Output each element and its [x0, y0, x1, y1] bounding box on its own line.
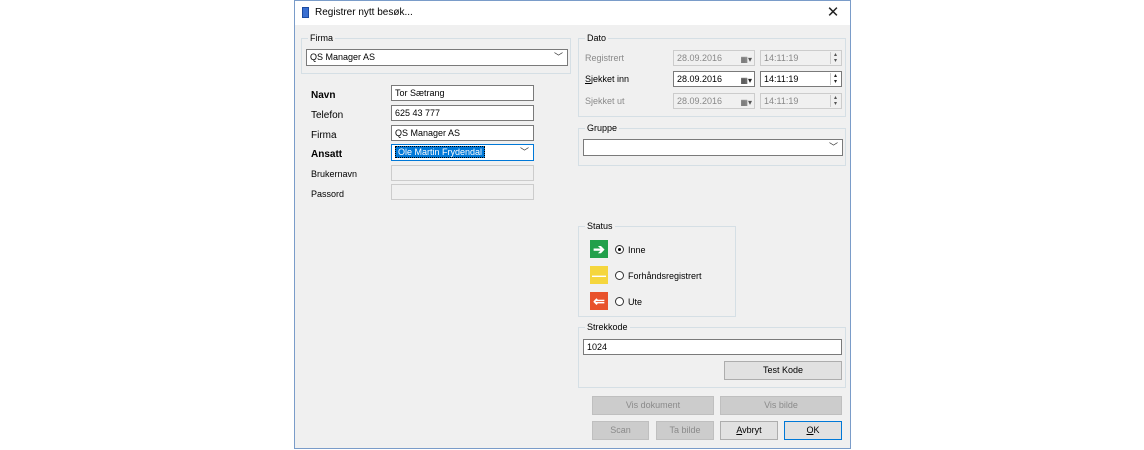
arrow-left-icon: ⇐ — [590, 292, 608, 310]
firma-group-title: Firma — [308, 33, 335, 43]
telefon-field[interactable]: 625 43 777 — [391, 105, 534, 121]
chevron-down-icon: ﹀ — [519, 147, 529, 157]
sjekket-inn-date[interactable]: 28.09.2016 ▦▾ — [673, 71, 755, 87]
status-forhandsregistrert-label[interactable]: Forhåndsregistrert — [628, 271, 702, 281]
status-ute-label[interactable]: Ute — [628, 297, 642, 307]
ansatt-select[interactable]: Ole Martin Frydendal ﹀ — [391, 144, 534, 161]
sjekket-inn-label: Sjekket inn — [585, 74, 630, 84]
firma-select[interactable]: QS Manager AS ﹀ — [306, 49, 568, 66]
strekkode-group-title: Strekkode — [585, 322, 630, 332]
status-group-title: Status — [585, 221, 615, 231]
app-icon — [302, 7, 309, 18]
avbryt-label: vbryt — [742, 425, 762, 435]
dialog-window: Registrer nytt besøk... ✕ Firma QS Manag… — [294, 0, 851, 449]
registrert-date-value: 28.09.2016 — [677, 53, 723, 63]
dato-group-title: Dato — [585, 33, 609, 43]
sjekket-inn-date-value: 28.09.2016 — [677, 74, 723, 84]
gruppe-select[interactable]: ﹀ — [583, 139, 843, 156]
registrert-time-value: 14:11:19 — [764, 53, 799, 63]
firma-label: Firma — [311, 130, 337, 141]
sjekket-ut-date-value: 28.09.2016 — [677, 96, 723, 106]
spinner-icon: ▴ ▾ — [830, 52, 840, 64]
registrert-date[interactable]: 28.09.2016 ▦▾ — [673, 50, 755, 66]
passord-field[interactable] — [391, 184, 534, 200]
spinner-icon: ▴ ▾ — [830, 73, 840, 85]
avbryt-button[interactable]: Avbryt — [720, 421, 778, 440]
dato-groupbox: Dato Registrert 28.09.2016 ▦▾ 14:11:19 ▴… — [578, 33, 846, 117]
calendar-icon: ▦▾ — [740, 55, 752, 64]
window-title: Registrer nytt besøk... — [315, 7, 413, 18]
status-forhandsregistrert-radio[interactable] — [615, 271, 624, 280]
ansatt-label: Ansatt — [311, 149, 343, 160]
firma-groupbox: Firma QS Manager AS ﹀ — [301, 33, 571, 74]
firma-select-value: QS Manager AS — [310, 52, 376, 62]
ansatt-select-value: Ole Martin Frydendal — [395, 146, 486, 158]
strekkode-groupbox: Strekkode 1024 Test Kode — [578, 322, 846, 388]
gruppe-groupbox: Gruppe ﹀ — [578, 123, 846, 166]
registrert-time[interactable]: 14:11:19 ▴ ▾ — [760, 50, 842, 66]
navn-field[interactable]: Tor Sætrang — [391, 85, 534, 101]
scan-button[interactable]: Scan — [592, 421, 649, 440]
calendar-icon: ▦▾ — [740, 76, 752, 85]
sjekket-inn-time-value: 14:11:19 — [764, 74, 799, 84]
registrert-label: Registrert — [585, 53, 625, 63]
sjekket-inn-time[interactable]: 14:11:19 ▴ ▾ — [760, 71, 842, 87]
status-inne-radio[interactable] — [615, 245, 624, 254]
status-ute-radio[interactable] — [615, 297, 624, 306]
brukernavn-label: Brukernavn — [311, 169, 358, 179]
calendar-icon: ▦▾ — [740, 98, 752, 107]
gruppe-group-title: Gruppe — [585, 123, 620, 133]
sjekket-ut-time[interactable]: 14:11:19 ▴ ▾ — [760, 93, 842, 109]
sjekket-ut-time-value: 14:11:19 — [764, 96, 799, 106]
chevron-down-icon: ﹀ — [828, 142, 838, 152]
ta-bilde-button[interactable]: Ta bilde — [656, 421, 714, 440]
close-icon[interactable]: ✕ — [816, 1, 850, 25]
arrow-right-icon: ➔ — [590, 240, 608, 258]
status-inne-label[interactable]: Inne — [628, 245, 646, 255]
navn-label: Navn — [311, 90, 336, 101]
vis-dokument-button[interactable]: Vis dokument — [592, 396, 714, 415]
chevron-down-icon: ﹀ — [553, 52, 563, 62]
test-kode-button[interactable]: Test Kode — [724, 361, 842, 380]
brukernavn-field[interactable] — [391, 165, 534, 181]
firma-field[interactable]: QS Manager AS — [391, 125, 534, 141]
dash-icon: — — [590, 266, 608, 284]
strekkode-field[interactable]: 1024 — [583, 339, 842, 355]
sjekket-ut-label: Sjekket ut — [585, 96, 625, 106]
status-groupbox: Status ➔ Inne — Forhåndsregistrert ⇐ Ute — [578, 221, 736, 317]
ok-accel: O — [806, 425, 814, 435]
spinner-icon: ▴ ▾ — [830, 95, 840, 107]
ok-button[interactable]: OK — [784, 421, 842, 440]
sjekket-ut-date[interactable]: 28.09.2016 ▦▾ — [673, 93, 755, 109]
vis-bilde-button[interactable]: Vis bilde — [720, 396, 842, 415]
title-bar: Registrer nytt besøk... ✕ — [295, 1, 850, 25]
telefon-label: Telefon — [311, 110, 344, 121]
passord-label: Passord — [311, 189, 345, 199]
ok-label: K — [813, 425, 820, 435]
